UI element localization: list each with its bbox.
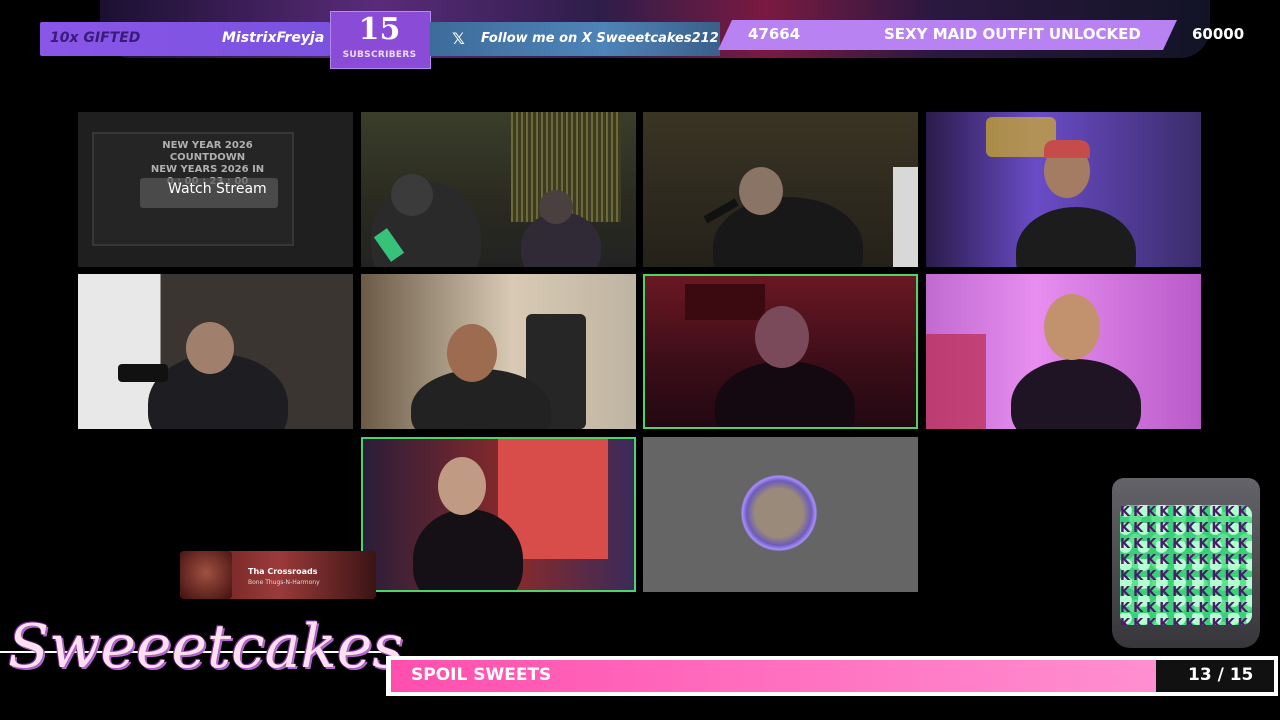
microphone xyxy=(118,364,168,382)
goal-title: SEXY MAID OUTFIT UNLOCKED xyxy=(884,25,1141,43)
participant-head-2 xyxy=(539,190,573,224)
participant-head xyxy=(1044,294,1100,360)
cup xyxy=(893,167,918,267)
participant-tile-9-speaking[interactable] xyxy=(361,437,636,592)
participant-figure xyxy=(713,197,863,267)
wall-banner xyxy=(685,284,765,320)
goal-target: 60000 xyxy=(1192,25,1245,43)
participant-figure xyxy=(1016,207,1136,267)
participant-tile-7-speaking[interactable] xyxy=(643,274,918,429)
participant-tile-4[interactable] xyxy=(926,112,1201,267)
participant-tile-5[interactable] xyxy=(78,274,353,429)
track-title: Tha Crossroads xyxy=(248,567,318,576)
watch-stream-label: Watch Stream xyxy=(168,181,267,197)
spoil-bar-count: 13 / 15 xyxy=(1188,665,1254,685)
participant-figure xyxy=(1011,359,1141,429)
participant-tile-6[interactable] xyxy=(361,274,636,429)
subscriber-label: SUBSCRIBERS xyxy=(342,50,417,60)
brand-logo: Sweeetcakes xyxy=(8,612,404,682)
cap xyxy=(1044,140,1090,158)
follow-text: Follow me on X Sweeetcakes212 xyxy=(481,31,719,46)
x-logo-icon: 𝕏 xyxy=(452,29,465,48)
raccoon-avatar xyxy=(741,475,817,551)
participant-tile-3[interactable] xyxy=(643,112,918,267)
stream-top-bar: 10x GIFTED MistrixFreyja 15 SUBSCRIBERS … xyxy=(0,0,1280,70)
participant-figure xyxy=(715,361,855,427)
participant-head xyxy=(391,174,433,216)
chair-backrest xyxy=(926,334,986,429)
goal-current: 47664 xyxy=(748,25,801,43)
gifter-name: MistrixFreyja xyxy=(222,30,325,46)
album-art-icon xyxy=(180,551,232,599)
gift-count: 10x GIFTED xyxy=(50,30,141,46)
subscriber-count: 15 xyxy=(358,12,401,47)
track-artist: Bone Thugs-N-Harmony xyxy=(248,579,320,586)
participant-tile-2[interactable] xyxy=(361,112,636,267)
participant-tile-8[interactable] xyxy=(926,274,1201,429)
participant-head xyxy=(438,457,486,515)
participant-head xyxy=(186,322,234,374)
jar-k-tokens: KKKKKKKKKKKKKKKKKKKKKKKKKKKKKKKKKKKKKKKK… xyxy=(1120,505,1251,625)
participant-head xyxy=(447,324,497,382)
spoil-bar-label: SPOIL SWEETS xyxy=(411,665,552,685)
participant-tile-10-avatar[interactable] xyxy=(643,437,918,592)
participant-head xyxy=(755,306,809,368)
participant-head xyxy=(739,167,783,215)
